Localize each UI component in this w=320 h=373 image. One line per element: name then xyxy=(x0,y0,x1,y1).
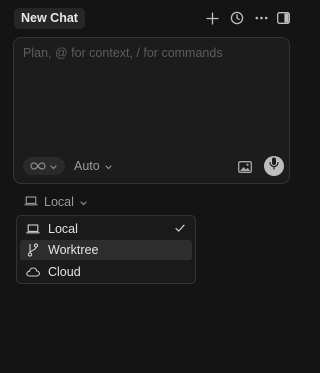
checkmark-icon xyxy=(174,222,186,234)
toggle-panel-icon[interactable] xyxy=(275,10,291,26)
menu-item-label: Local xyxy=(48,222,78,236)
chevron-down-icon xyxy=(50,157,57,175)
menu-item-label: Worktree xyxy=(48,243,99,257)
infinity-icon xyxy=(30,157,46,175)
location-menu: Local Worktree Cloud xyxy=(16,215,196,284)
tab-new-chat[interactable]: New Chat xyxy=(14,8,85,29)
more-icon[interactable] xyxy=(253,10,269,26)
chevron-down-icon xyxy=(105,159,112,173)
microphone-icon xyxy=(269,157,279,175)
microphone-button[interactable] xyxy=(264,156,284,176)
menu-item-local[interactable]: Local xyxy=(20,219,192,239)
model-selector[interactable]: Auto xyxy=(74,157,112,175)
prompt-input[interactable]: Plan, @ for context, / for commands xyxy=(23,46,223,60)
agent-mode-selector[interactable] xyxy=(23,157,65,175)
menu-item-label: Cloud xyxy=(48,265,81,279)
image-icon[interactable] xyxy=(238,160,252,173)
panel-header: New Chat xyxy=(0,0,297,36)
laptop-icon xyxy=(24,195,38,209)
chat-panel: New Chat Plan, @ for context, / for comm… xyxy=(0,0,297,373)
plus-icon[interactable] xyxy=(204,10,220,26)
chevron-down-icon xyxy=(80,195,87,209)
laptop-icon xyxy=(26,222,40,236)
git-branch-icon xyxy=(26,243,40,257)
history-icon[interactable] xyxy=(229,10,245,26)
cloud-icon xyxy=(26,265,40,279)
location-selector[interactable]: Local xyxy=(24,194,87,210)
composer[interactable]: Plan, @ for context, / for commands Auto xyxy=(13,37,290,184)
menu-item-worktree[interactable]: Worktree xyxy=(20,240,192,260)
model-label: Auto xyxy=(74,159,100,173)
menu-item-cloud[interactable]: Cloud xyxy=(20,262,192,282)
location-label: Local xyxy=(44,195,74,209)
